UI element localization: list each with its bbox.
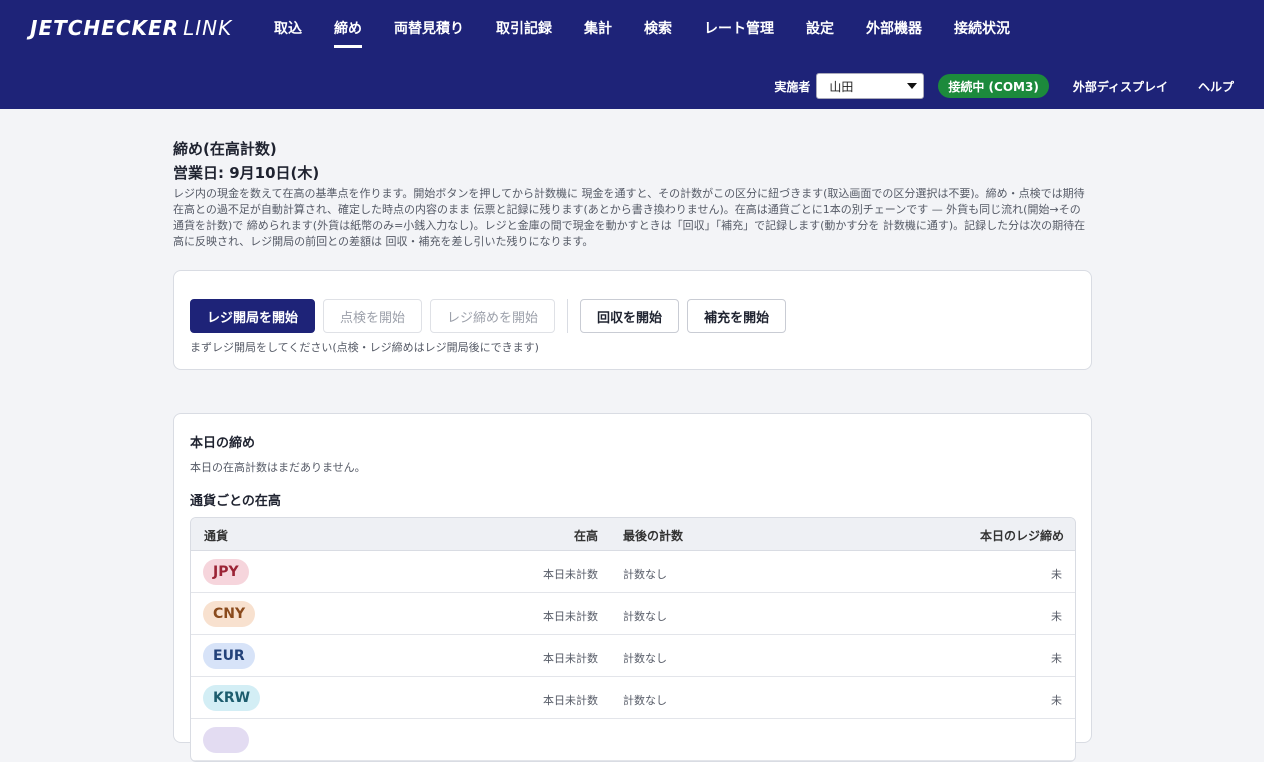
currency-balance-table: 通貨 在高 最後の計数 本日のレジ締め JPY 本日未計数 計数なし 未 CNY… [190,517,1076,762]
action-hint: まずレジ開局をしてください(点検・レジ締めはレジ開局後にできます) [190,341,539,354]
action-button-row: レジ開局を開始 点検を開始 レジ締めを開始 回収を開始 補充を開始 [190,299,794,333]
logo-light-text: LINK [183,16,233,40]
today-close-title: 本日の締め [190,436,256,451]
app-logo[interactable]: JETCHECKER LINK [30,16,232,40]
currency-badge-partial [203,727,249,753]
column-header-currency: 通貨 [204,529,229,543]
implementer-label: 実施者 [774,79,811,94]
close-register-button[interactable]: レジ締めを開始 [430,299,556,333]
logo-bold-text: JETCHECKER [30,16,180,40]
table-row: KRW 本日未計数 計数なし 未 [191,677,1075,719]
summary-card: 本日の締め 本日の在高計数はまだありません。 通貨ごとの在高 通貨 在高 最後の… [173,413,1092,762]
balance-cell: 本日未計数 [543,610,598,623]
column-header-last-count: 最後の計数 [623,529,684,543]
help-link[interactable]: ヘルプ [1198,78,1234,95]
last-count-cell: 計数なし [623,694,667,707]
external-display-link[interactable]: 外部ディスプレイ [1073,78,1168,95]
start-replenish-button[interactable]: 補充を開始 [687,299,787,333]
nav-item-close[interactable]: 締め [318,0,378,56]
currency-badge: CNY [203,601,256,627]
nav-item-transactions[interactable]: 取引記録 [480,0,568,56]
table-row: JPY 本日未計数 計数なし 未 [191,551,1075,593]
main-nav: 取込 締め 両替見積り 取引記録 集計 検索 レート管理 設定 外部機器 接続状… [258,0,1026,56]
nav-item-summary[interactable]: 集計 [568,0,628,56]
actions-card: レジ開局を開始 点検を開始 レジ締めを開始 回収を開始 補充を開始 まずレジ開局… [173,270,1092,370]
chevron-down-icon [907,83,918,89]
table-header: 通貨 在高 最後の計数 本日のレジ締め [191,518,1075,551]
currency-badge: KRW [203,685,261,711]
table-row-partial [191,719,1075,761]
today-close-cell: 未 [1051,610,1062,623]
connection-status-badge: 接続中 (COM3) [938,74,1049,98]
today-close-note: 本日の在高計数はまだありません。 [190,461,366,474]
page-description: レジ内の現金を数えて在高の基準点を作ります。開始ボタンを押してから計数機に 現金… [173,187,1086,248]
today-close-cell: 未 [1051,652,1062,665]
header-subbar: 実施者 山田 接続中 (COM3) 外部ディスプレイ ヘルプ [774,72,1264,100]
column-header-today-close: 本日のレジ締め [979,529,1064,543]
column-header-balance: 在高 [573,529,598,543]
nav-item-external-devices[interactable]: 外部機器 [850,0,938,56]
nav-item-connection-status[interactable]: 接続状況 [938,0,1026,56]
nav-item-search[interactable]: 検索 [628,0,688,56]
by-currency-title: 通貨ごとの在高 [190,494,281,509]
start-collection-button[interactable]: 回収を開始 [580,299,680,333]
business-date: 営業日: 9月10日(木) [173,164,320,182]
page-intro: 締め(在高計数) 営業日: 9月10日(木) レジ内の現金を数えて在高の基準点を… [173,138,1091,250]
nav-item-rate-management[interactable]: レート管理 [688,0,790,56]
currency-badge: JPY [203,559,249,585]
table-row: CNY 本日未計数 計数なし 未 [191,593,1075,635]
nav-item-settings[interactable]: 設定 [790,0,850,56]
implementer-select[interactable]: 山田 [816,73,925,99]
today-close-cell: 未 [1051,694,1062,707]
balance-cell: 本日未計数 [543,568,598,581]
top-header: JETCHECKER LINK 取込 締め 両替見積り 取引記録 集計 検索 レー… [0,0,1264,109]
implementer-selected-value: 山田 [829,79,854,94]
today-close-cell: 未 [1051,568,1062,581]
balance-cell: 本日未計数 [543,652,598,665]
balance-cell: 本日未計数 [543,694,598,707]
page-title: 締め(在高計数) [173,140,277,158]
nav-item-import[interactable]: 取込 [258,0,318,56]
open-register-button[interactable]: レジ開局を開始 [190,299,316,333]
last-count-cell: 計数なし [623,568,667,581]
table-row: EUR 本日未計数 計数なし 未 [191,635,1075,677]
button-divider [567,299,569,333]
last-count-cell: 計数なし [623,652,667,665]
nav-item-exchange-quote[interactable]: 両替見積り [378,0,480,56]
start-inspection-button[interactable]: 点検を開始 [323,299,423,333]
last-count-cell: 計数なし [623,610,667,623]
currency-badge: EUR [203,643,255,669]
